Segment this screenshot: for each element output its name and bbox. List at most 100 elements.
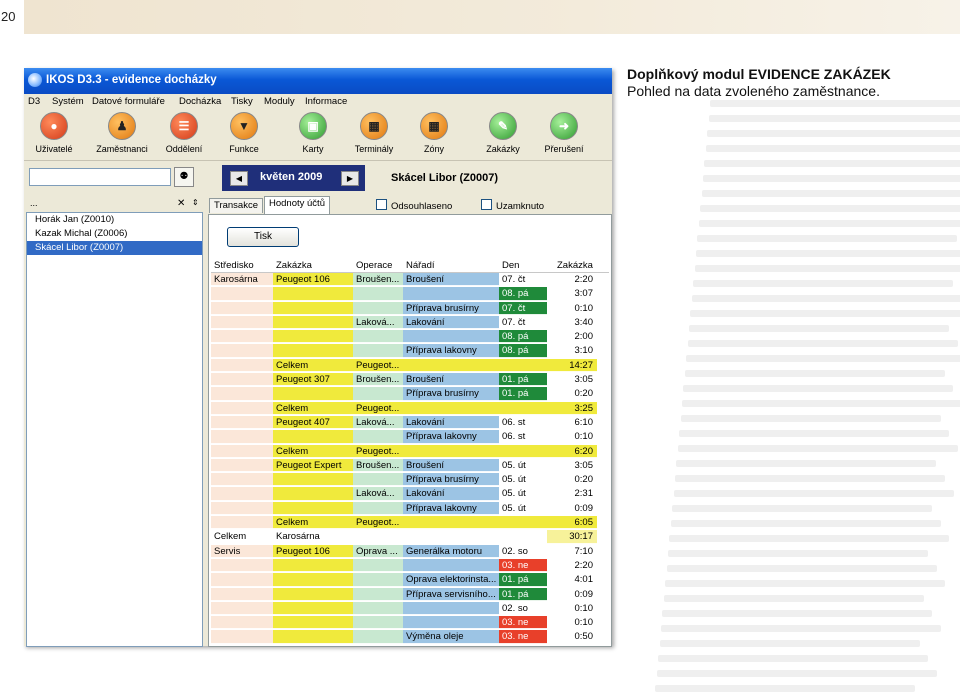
list-item[interactable]: Horák Jan (Z0010)	[27, 213, 202, 227]
tab-account-values[interactable]: Hodnoty účtů	[264, 196, 330, 214]
toolbar-cards[interactable]: ▣ Karty	[283, 112, 343, 154]
col-header-order-time[interactable]: Zakázka	[557, 260, 593, 271]
list-item[interactable]: Kazak Michal (Z0006)	[27, 227, 202, 241]
table-cell: 05. út	[499, 473, 547, 487]
stripe	[679, 430, 950, 437]
table-row[interactable]: Příprava lakovny 05. út 0:09	[211, 501, 609, 516]
table-row[interactable]: Příprava brusírny 07. čt 0:10	[211, 301, 609, 316]
stripe	[691, 295, 960, 302]
table-cell: 03. ne	[499, 616, 547, 630]
checkbox-box	[481, 199, 492, 210]
table-row[interactable]: Celkem Peugeot... 14:27	[211, 358, 609, 373]
prev-month-button[interactable]: ◀	[230, 171, 248, 186]
table-cell	[211, 616, 273, 630]
table-row[interactable]: Laková... Lakování 07. čt 3:40	[211, 315, 609, 330]
table-row[interactable]: Celkem Peugeot... 6:20	[211, 444, 609, 459]
table-row[interactable]: 02. so 0:10	[211, 601, 609, 616]
table-row[interactable]: Peugeot 307 Broušen... Broušení 01. pá 3:05	[211, 373, 609, 387]
table-row[interactable]: Peugeot Expert Broušen... Broušení 05. út 3:…	[211, 458, 609, 473]
tab-transactions[interactable]: Transakce	[209, 198, 263, 213]
table-row[interactable]: Příprava lakovny 08. pá 3:10	[211, 344, 609, 358]
table-cell	[273, 301, 353, 315]
table-row[interactable]: 03. ne 0:10	[211, 616, 609, 630]
table-cell	[499, 530, 547, 544]
table-cell: 0:50	[547, 630, 597, 644]
locked-checkbox[interactable]: Uzamknuto	[481, 199, 544, 212]
table-row[interactable]: Příprava servisního... 01. pá 0:09	[211, 587, 609, 602]
stripe	[663, 595, 924, 602]
table-cell: 01. pá	[499, 373, 547, 387]
toolbar-functions[interactable]: ▼ Funkce	[214, 112, 274, 154]
table-row[interactable]: 08. pá 3:07	[211, 287, 609, 301]
table-cell	[353, 473, 403, 487]
print-button[interactable]: Tisk	[227, 227, 299, 247]
departments-icon: ☰	[170, 112, 198, 140]
table-cell: Peugeot Expert	[273, 458, 353, 473]
table-row[interactable]: 08. pá 2:00	[211, 330, 609, 344]
title-bar[interactable]: IKOS D3.3 - evidence docházky	[24, 68, 612, 94]
sort-icon[interactable]: ⇕	[192, 198, 199, 207]
col-header-day[interactable]: Den	[502, 260, 519, 271]
table-row[interactable]: 03. ne 2:20	[211, 558, 609, 573]
col-header-centre[interactable]: Středisko	[214, 260, 254, 271]
table-cell: 3:05	[547, 458, 597, 473]
toolbar-employees[interactable]: ♟ Zaměstnanci	[92, 112, 152, 154]
table-row[interactable]: Servis Peugeot 106 Oprava ... Generálka mot…	[211, 544, 609, 559]
table-cell: 6:10	[547, 415, 597, 430]
search-input[interactable]	[29, 168, 171, 186]
menu-attendance[interactable]: Docházka	[179, 96, 221, 107]
binoculars-search-icon[interactable]: ⚉	[174, 167, 194, 187]
table-cell	[211, 473, 273, 487]
table-cell	[211, 516, 273, 530]
close-icon[interactable]: ✕	[177, 198, 185, 209]
table-cell	[353, 330, 403, 344]
table-row[interactable]: Peugeot 407 Laková... Lakování 06. st 6:10	[211, 415, 609, 430]
employee-list: Horák Jan (Z0010) Kazak Michal (Z0006) S…	[26, 212, 203, 647]
table-cell: Broušen...	[353, 373, 403, 387]
table-row[interactable]: Oprava elektorinsta... 01. pá 4:01	[211, 573, 609, 587]
menu-system[interactable]: Systém	[52, 96, 84, 107]
col-header-operation[interactable]: Operace	[356, 260, 392, 271]
toolbar-orders[interactable]: ✎ Zakázky	[473, 112, 533, 154]
table-cell: 01. pá	[499, 573, 547, 587]
table-row[interactable]: Výměna oleje 03. ne 0:50	[211, 630, 609, 644]
stripe	[684, 370, 945, 377]
table-cell: Broušen...	[353, 458, 403, 473]
menu-data-forms[interactable]: Datové formuláře	[92, 96, 165, 107]
stripe	[666, 565, 937, 572]
app-icon	[28, 73, 42, 87]
table-row[interactable]: Karosárna Peugeot 106 Broušen... Broušení 07…	[211, 273, 609, 287]
table-row[interactable]: Příprava lakovny 06. st 0:10	[211, 430, 609, 444]
table-cell	[273, 473, 353, 487]
table-row[interactable]: Příprava brusírny 01. pá 0:20	[211, 387, 609, 401]
toolbar-terminals[interactable]: ▦ Terminály	[344, 112, 404, 154]
stripe	[656, 670, 937, 677]
toolbar-users[interactable]: ● Uživatelé	[24, 112, 84, 154]
menu-info[interactable]: Informace	[305, 96, 347, 107]
table-cell	[403, 616, 499, 630]
cards-icon: ▣	[299, 112, 327, 140]
list-item-selected[interactable]: Skácel Libor (Z0007)	[27, 241, 202, 255]
toolbar-breaks[interactable]: ➜ Přerušení	[534, 112, 594, 154]
menu-d3[interactable]: D3	[28, 96, 40, 107]
table-cell: Příprava lakovny	[403, 344, 499, 358]
stripe	[686, 355, 960, 362]
table-row[interactable]: Příprava brusírny 05. út 0:20	[211, 473, 609, 487]
table-row[interactable]: Celkem Karosárna 30:17	[211, 530, 609, 544]
table-row[interactable]: Celkem Peugeot... 3:25	[211, 401, 609, 416]
next-month-button[interactable]: ▶	[341, 171, 359, 186]
toolbar-departments[interactable]: ☰ Oddělení	[154, 112, 214, 154]
table-cell: 6:20	[547, 444, 597, 458]
toolbar-zones[interactable]: ▦ Zóny	[404, 112, 464, 154]
table-row[interactable]: Laková... Lakování 05. út 2:31	[211, 487, 609, 501]
table-cell: Peugeot 106	[273, 273, 353, 287]
stripe	[700, 205, 960, 212]
col-header-tool[interactable]: Nářadí	[406, 260, 435, 271]
table-row[interactable]: Celkem Peugeot... 6:05	[211, 516, 609, 530]
menu-modules[interactable]: Moduly	[264, 96, 295, 107]
menu-prints[interactable]: Tisky	[231, 96, 253, 107]
approved-checkbox[interactable]: Odsouhlaseno	[376, 199, 452, 212]
users-icon: ●	[40, 112, 68, 140]
stripe	[705, 145, 960, 152]
col-header-order[interactable]: Zakázka	[276, 260, 312, 271]
